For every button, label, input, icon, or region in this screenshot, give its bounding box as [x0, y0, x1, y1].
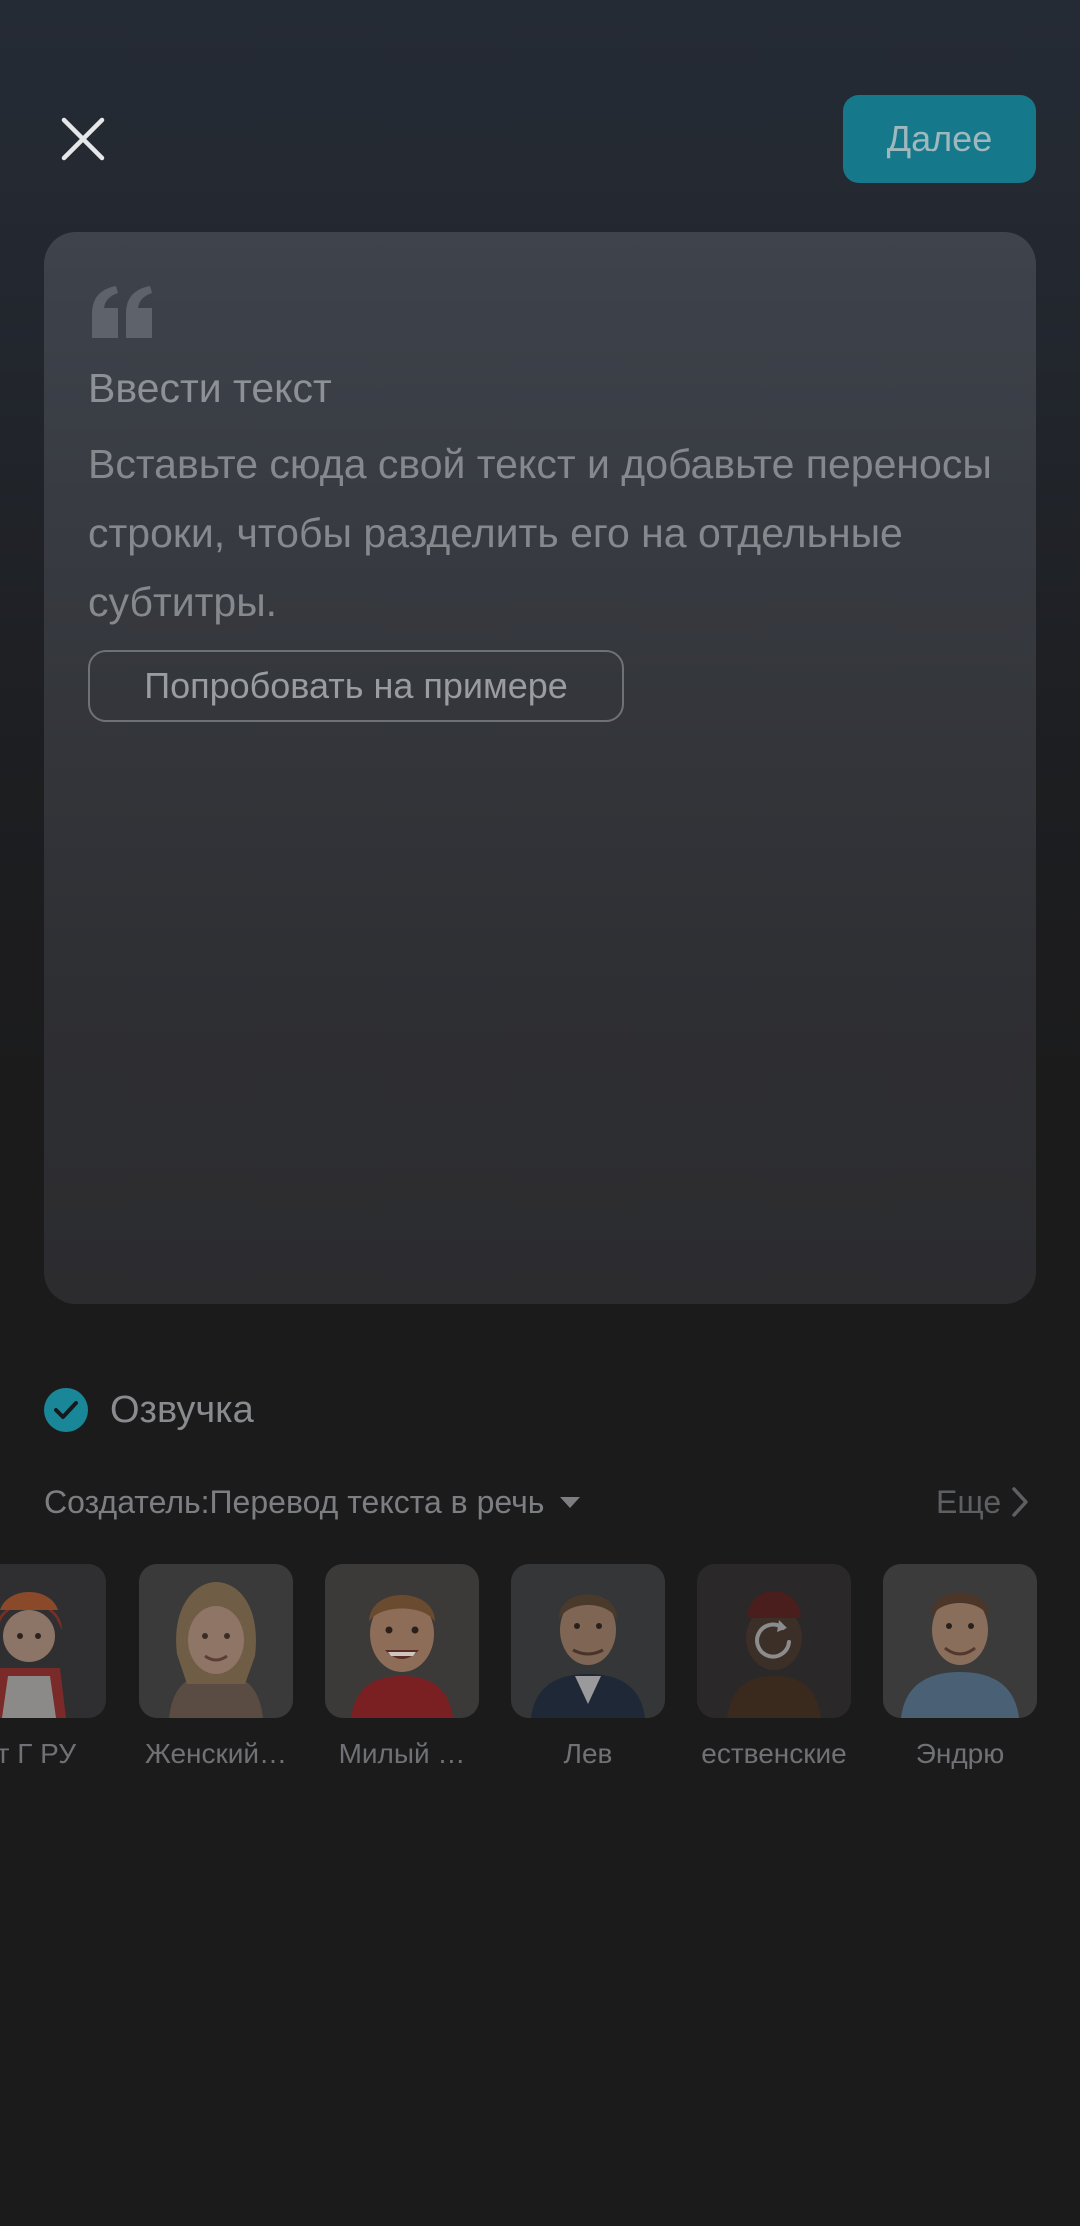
voice-card[interactable]: Эндрю [883, 1564, 1037, 1784]
voiceover-toggle[interactable]: Озвучка [44, 1384, 254, 1436]
young-woman-avatar [139, 1564, 293, 1718]
voice-card[interactable]: Милый … [325, 1564, 479, 1784]
creator-label: Создатель:Перевод текста в речь [44, 1483, 545, 1520]
voice-card[interactable]: ет Г РУ [0, 1564, 106, 1784]
try-example-button[interactable]: Попробовать на примере [88, 650, 624, 722]
more-label: Еще [936, 1483, 1002, 1520]
girl-folk-costume-avatar [0, 1564, 106, 1718]
man-denim-shirt-avatar [883, 1564, 1037, 1718]
next-button[interactable]: Далее [843, 95, 1036, 183]
man-suit-avatar [511, 1564, 665, 1718]
close-button[interactable] [48, 104, 118, 174]
voice-name: ет Г РУ [0, 1738, 77, 1769]
smiling-boy-avatar [325, 1564, 479, 1718]
caret-down-icon [560, 1496, 581, 1508]
voice-name: Милый … [338, 1738, 466, 1769]
voiceover-label: Озвучка [110, 1388, 254, 1431]
voice-card[interactable]: ественские [697, 1564, 851, 1784]
chevron-right-icon [1012, 1487, 1028, 1517]
text-input-area[interactable]: Ввести текст Вставьте сюда свой текст и … [44, 232, 1036, 1304]
quote-icon [92, 286, 152, 338]
creator-dropdown[interactable]: Создатель:Перевод текста в речь [44, 1477, 581, 1527]
close-icon [61, 117, 105, 161]
editor-title: Ввести текст [88, 365, 332, 411]
voice-name: Эндрю [915, 1738, 1005, 1769]
more-voices-link[interactable]: Еще [936, 1477, 1029, 1527]
voice-name: ественские [701, 1738, 847, 1769]
voice-card[interactable]: Женский… [139, 1564, 293, 1784]
voice-card[interactable]: Лев [511, 1564, 665, 1784]
voice-name: Лев [563, 1738, 613, 1769]
editor-placeholder: Вставьте сюда свой текст и добавьте пере… [88, 441, 992, 625]
checkbox-checked-icon[interactable] [44, 1388, 88, 1432]
text-to-speech-screen: Далее Ввести текст Вставьте сюда свой те… [0, 0, 1080, 2226]
loading-avatar [697, 1564, 851, 1718]
voice-name: Женский… [144, 1738, 288, 1769]
